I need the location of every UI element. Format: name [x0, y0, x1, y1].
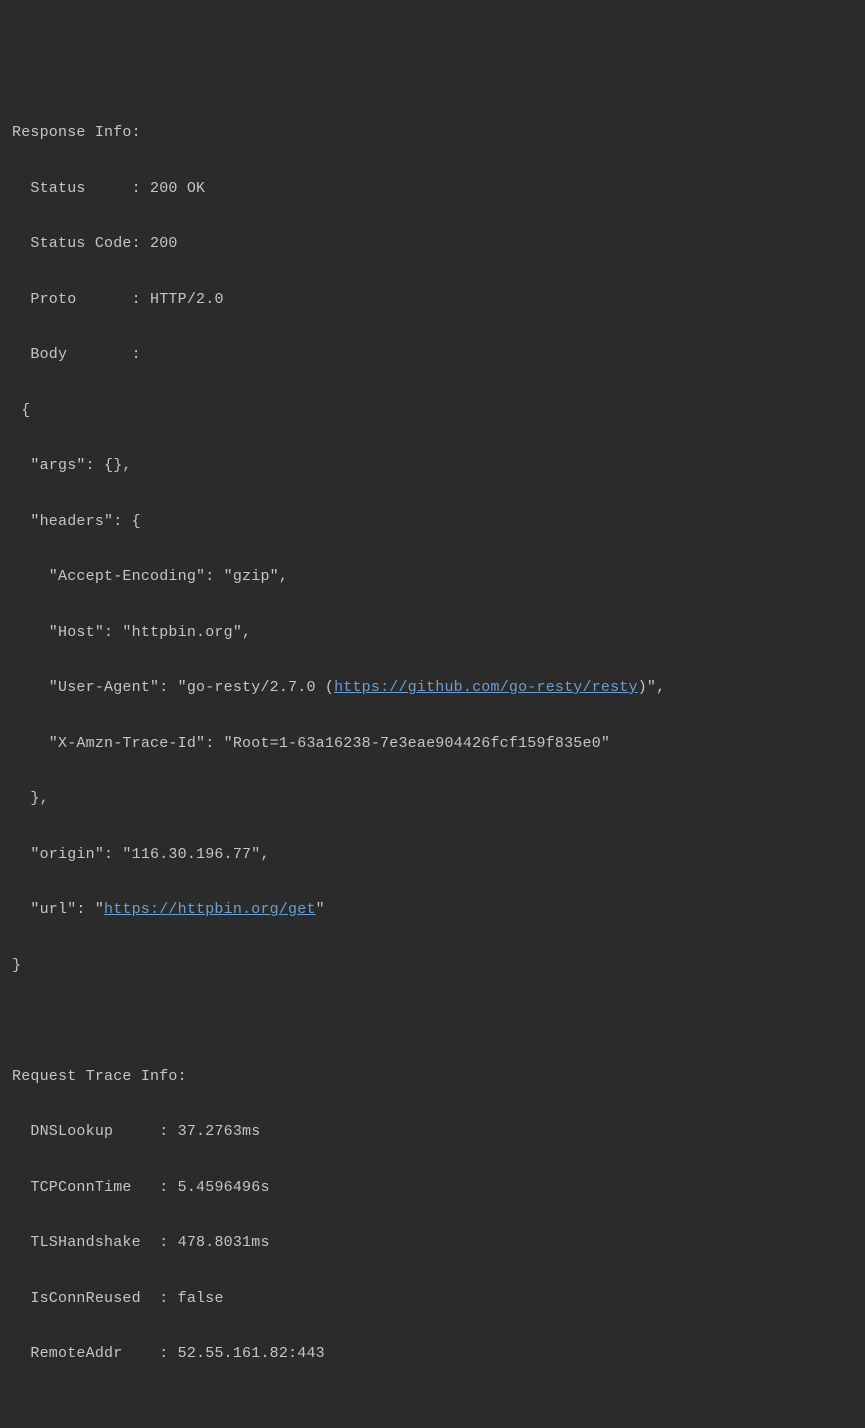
dns-lookup-row: DNSLookup : 37.2763ms	[12, 1118, 853, 1146]
body-label: Body :	[12, 346, 141, 363]
tls-handshake-label: TLSHandshake :	[12, 1234, 168, 1251]
remote-addr-row: RemoteAddr : 52.55.161.82:443	[12, 1340, 853, 1368]
tls-handshake-value: 478.8031ms	[168, 1234, 269, 1251]
body-accept-encoding: "Accept-Encoding": "gzip",	[12, 563, 853, 591]
conn-reused-value: false	[168, 1290, 223, 1307]
status-value: 200 OK	[141, 180, 205, 197]
body-headers-close: },	[12, 785, 853, 813]
dns-lookup-label: DNSLookup :	[12, 1123, 168, 1140]
proto-row: Proto : HTTP/2.0	[12, 286, 853, 314]
body-label-row: Body :	[12, 341, 853, 369]
status-label: Status :	[12, 180, 141, 197]
body-origin: "origin": "116.30.196.77",	[12, 841, 853, 869]
body-headers-open: "headers": {	[12, 508, 853, 536]
url-prefix: "url": "	[12, 901, 104, 918]
body-x-amzn-trace: "X-Amzn-Trace-Id": "Root=1-63a16238-7e3e…	[12, 730, 853, 758]
dns-lookup-value: 37.2763ms	[168, 1123, 260, 1140]
tcp-conn-row: TCPConnTime : 5.4596496s	[12, 1174, 853, 1202]
response-section-title: Response Info:	[12, 119, 853, 147]
body-close-brace: }	[12, 952, 853, 980]
user-agent-prefix: "User-Agent": "go-resty/2.7.0 (	[12, 679, 334, 696]
url-suffix: "	[316, 901, 325, 918]
body-open-brace: {	[12, 397, 853, 425]
body-args: "args": {},	[12, 452, 853, 480]
body-url: "url": "https://httpbin.org/get"	[12, 896, 853, 924]
status-code-value: 200	[141, 235, 178, 252]
status-row: Status : 200 OK	[12, 175, 853, 203]
remote-addr-label: RemoteAddr :	[12, 1345, 168, 1362]
blank-line	[12, 1007, 853, 1035]
url-link[interactable]: https://httpbin.org/get	[104, 901, 316, 918]
proto-label: Proto :	[12, 291, 141, 308]
tcp-conn-label: TCPConnTime :	[12, 1179, 168, 1196]
trace-section-title: Request Trace Info:	[12, 1063, 853, 1091]
status-code-label: Status Code:	[12, 235, 141, 252]
status-code-row: Status Code: 200	[12, 230, 853, 258]
remote-addr-value: 52.55.161.82:443	[168, 1345, 324, 1362]
user-agent-suffix: )",	[638, 679, 666, 696]
body-user-agent: "User-Agent": "go-resty/2.7.0 (https://g…	[12, 674, 853, 702]
conn-reused-row: IsConnReused : false	[12, 1285, 853, 1313]
proto-value: HTTP/2.0	[141, 291, 224, 308]
body-host: "Host": "httpbin.org",	[12, 619, 853, 647]
tcp-conn-value: 5.4596496s	[168, 1179, 269, 1196]
conn-reused-label: IsConnReused :	[12, 1290, 168, 1307]
tls-handshake-row: TLSHandshake : 478.8031ms	[12, 1229, 853, 1257]
user-agent-link[interactable]: https://github.com/go-resty/resty	[334, 679, 638, 696]
